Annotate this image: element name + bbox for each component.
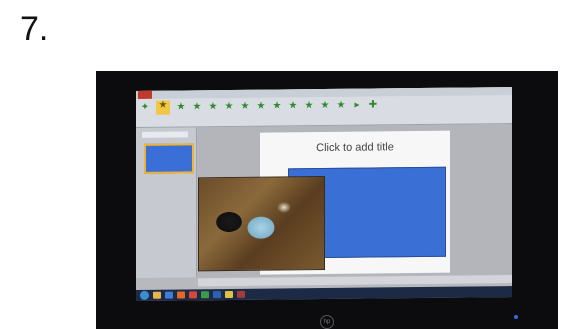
hp-logo-icon: hp [320, 315, 334, 329]
sheep-photo-image[interactable] [198, 175, 325, 272]
animation-star-icon[interactable]: ★ [288, 100, 298, 111]
animation-star-icon[interactable]: ★ [256, 101, 266, 112]
animation-selected-icon[interactable]: ★ [156, 100, 170, 115]
start-button[interactable] [140, 290, 149, 300]
slide-thumbnail[interactable] [144, 143, 194, 174]
animation-none-icon[interactable]: ✦ [140, 102, 150, 113]
animation-star-icon[interactable]: ★ [272, 100, 282, 111]
taskbar [136, 286, 512, 301]
slide-editing-area: Click to add title [198, 124, 512, 278]
file-tab[interactable] [138, 90, 152, 99]
animation-star-icon[interactable]: ★ [320, 100, 330, 111]
word-icon[interactable] [213, 291, 221, 299]
ribbon-tabs [136, 87, 512, 99]
step-number: 7. [20, 10, 49, 48]
explorer-icon[interactable] [153, 291, 161, 299]
animation-star-icon[interactable]: ★ [304, 100, 314, 111]
animation-gallery: ✦ ★ ★ ★ ★ ★ ★ ★ ★ ★ ★ ★ ★ ▸ ✚ [140, 99, 378, 115]
animation-star-icon[interactable]: ★ [240, 101, 250, 112]
slides-tab[interactable] [142, 131, 188, 138]
slide-title-placeholder[interactable]: Click to add title [260, 141, 450, 155]
media-player-icon[interactable] [177, 291, 185, 299]
add-animation-icon[interactable]: ✚ [368, 99, 378, 110]
animation-star-icon[interactable]: ★ [208, 101, 218, 112]
monitor-photo: ✦ ★ ★ ★ ★ ★ ★ ★ ★ ★ ★ ★ ★ ▸ ✚ Click to a… [96, 71, 558, 329]
excel-icon[interactable] [201, 291, 209, 299]
animation-star-icon[interactable]: ★ [224, 101, 234, 112]
app-icon[interactable] [237, 290, 245, 298]
animation-star-icon[interactable]: ★ [336, 100, 346, 111]
animation-star-icon[interactable]: ★ [176, 101, 186, 112]
ribbon: ✦ ★ ★ ★ ★ ★ ★ ★ ★ ★ ★ ★ ★ ▸ ✚ [136, 87, 512, 128]
power-led-icon [514, 315, 518, 319]
slide-thumbnails-pane [136, 127, 197, 278]
animation-star-icon[interactable]: ★ [192, 101, 202, 112]
powerpoint-icon[interactable] [189, 291, 197, 299]
ie-icon[interactable] [165, 291, 173, 299]
monitor-screen: ✦ ★ ★ ★ ★ ★ ★ ★ ★ ★ ★ ★ ★ ▸ ✚ Click to a… [136, 87, 512, 301]
effect-options-icon[interactable]: ▸ [352, 100, 362, 111]
chrome-icon[interactable] [225, 290, 233, 299]
